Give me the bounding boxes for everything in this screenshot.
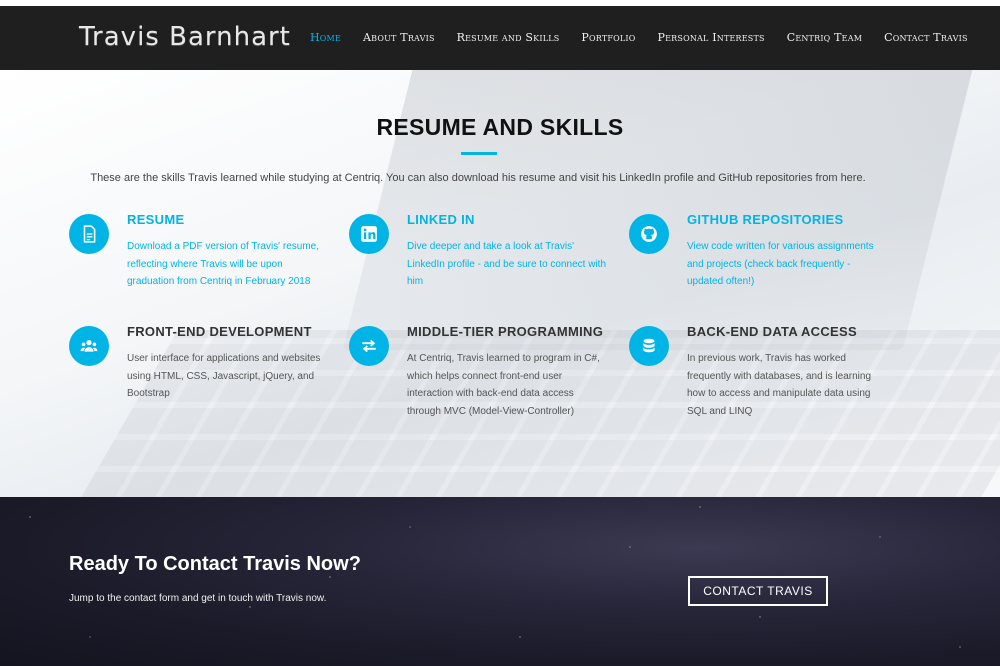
section-title: RESUME AND SKILLS xyxy=(376,114,624,140)
title-divider xyxy=(461,152,497,155)
skill-title[interactable]: LINKED IN xyxy=(407,212,475,227)
skills-section: RESUME AND SKILLS These are the skills T… xyxy=(0,70,1000,497)
nav-portfolio[interactable]: Portfolio xyxy=(581,31,635,44)
skill-title[interactable]: GITHUB REPOSITORIES xyxy=(687,212,843,227)
contact-text: Jump to the contact form and get in touc… xyxy=(69,593,327,604)
document-icon xyxy=(69,214,109,254)
skill-text: In previous work, Travis has worked freq… xyxy=(687,353,872,417)
skill-title: FRONT-END DEVELOPMENT xyxy=(127,324,312,339)
main-nav: Home About Travis Resume and Skills Port… xyxy=(310,31,990,44)
skill-text[interactable]: Dive deeper and take a look at Travis' L… xyxy=(407,238,607,291)
users-icon xyxy=(69,326,109,366)
nav-personal-interests[interactable]: Personal Interests xyxy=(658,31,765,44)
skill-title: BACK-END DATA ACCESS xyxy=(687,324,857,339)
skill-text[interactable]: View code written for various assignment… xyxy=(687,238,887,291)
skill-text[interactable]: Download a PDF version of Travis' resume… xyxy=(127,238,327,291)
contact-title: Ready To Contact Travis Now? xyxy=(69,553,361,575)
site-brand[interactable]: Travis Barnhart xyxy=(79,22,291,52)
skill-title[interactable]: RESUME xyxy=(127,212,184,227)
nav-contact-travis[interactable]: Contact Travis xyxy=(884,31,968,44)
skill-title: MIDDLE-TIER PROGRAMMING xyxy=(407,324,604,339)
github-icon xyxy=(629,214,669,254)
contact-cta-section: Ready To Contact Travis Now? Jump to the… xyxy=(0,497,1000,666)
contact-travis-button[interactable]: CONTACT TRAVIS xyxy=(688,576,828,606)
starfield-background xyxy=(0,497,1000,666)
nav-about-travis[interactable]: About Travis xyxy=(363,31,435,44)
nav-home[interactable]: Home xyxy=(310,31,341,44)
exchange-icon xyxy=(349,326,389,366)
database-icon xyxy=(629,326,669,366)
skill-text: User interface for applications and webs… xyxy=(127,353,321,399)
linkedin-icon xyxy=(349,214,389,254)
top-navbar: Travis Barnhart Home About Travis Resume… xyxy=(0,0,1000,70)
nav-resume-and-skills[interactable]: Resume and Skills xyxy=(457,31,560,44)
section-intro: These are the skills Travis learned whil… xyxy=(90,172,866,184)
skill-text: At Centriq, Travis learned to program in… xyxy=(407,353,600,417)
nav-centriq-team[interactable]: Centriq Team xyxy=(787,31,862,44)
